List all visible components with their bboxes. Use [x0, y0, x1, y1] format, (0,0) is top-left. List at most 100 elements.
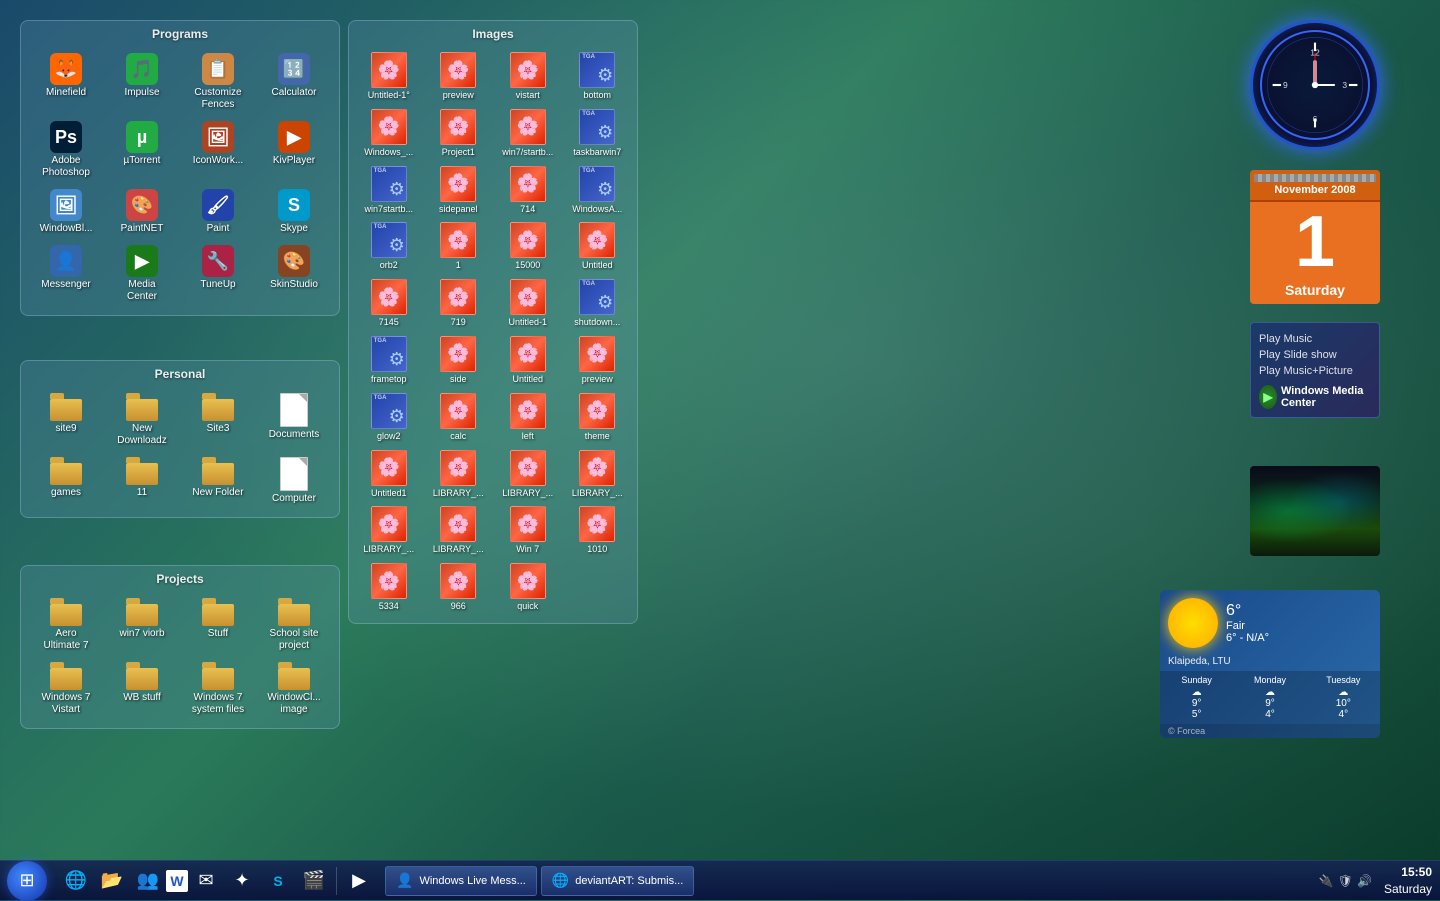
list-item[interactable]: 🌸theme [564, 390, 632, 445]
tray-volume-icon[interactable]: 🔊 [1357, 874, 1372, 888]
icon-img: 🌸 [440, 506, 476, 542]
list-item[interactable]: TGA⚙shutdown... [564, 276, 632, 331]
list-item[interactable]: µµTorrent [105, 117, 179, 183]
list-item[interactable]: Site3 [181, 389, 255, 451]
list-item[interactable]: 🌸966 [425, 560, 493, 615]
media-play-slideshow[interactable]: Play Slide show [1259, 347, 1371, 363]
start-button[interactable]: ⊞ [0, 861, 54, 901]
list-item[interactable]: 🖼IconWork... [181, 117, 255, 183]
list-item[interactable]: TGA⚙win7startb... [355, 163, 423, 218]
list-item[interactable]: 🌸LIBRARY_... [494, 447, 562, 502]
list-item[interactable]: 🎵Impulse [105, 49, 179, 115]
list-item[interactable]: 🌸5334 [355, 560, 423, 615]
list-item[interactable]: Stuff [181, 594, 255, 656]
list-item[interactable]: 🌸Untitled [564, 219, 632, 274]
list-item[interactable]: ▶Media Center [105, 241, 179, 307]
taskbar-media-icon[interactable]: 🎬 [296, 863, 332, 899]
icon-img: 🌸 [440, 166, 476, 202]
list-item[interactable]: 🔢Calculator [257, 49, 331, 115]
tray-network-icon[interactable]: 🔌 [1319, 874, 1334, 888]
forecast-day-name: Sunday [1160, 675, 1233, 685]
taskbar-explorer-icon[interactable]: 📂 [94, 863, 130, 899]
fence-programs: Programs 🦊Minefield🎵Impulse📋Customize Fe… [20, 20, 340, 316]
icon-label: theme [585, 431, 610, 442]
list-item[interactable]: Aero Ultimate 7 [29, 594, 103, 656]
list-item[interactable]: 🌸7145 [355, 276, 423, 331]
list-item[interactable]: 🌸719 [425, 276, 493, 331]
list-item[interactable]: TGA⚙WindowsA... [564, 163, 632, 218]
list-item[interactable]: ▶KivPlayer [257, 117, 331, 183]
list-item[interactable]: 🌸Windows_... [355, 106, 423, 161]
list-item[interactable]: 🌸Untitled-1° [355, 49, 423, 104]
list-item[interactable]: 🌸Untitled [494, 333, 562, 388]
list-item[interactable]: 🌸side [425, 333, 493, 388]
list-item[interactable]: 11 [105, 453, 179, 509]
list-item[interactable]: TGA⚙orb2 [355, 219, 423, 274]
list-item[interactable]: 🔧TuneUp [181, 241, 255, 307]
list-item[interactable]: 🌸LIBRARY_... [564, 447, 632, 502]
list-item[interactable]: TGA⚙bottom [564, 49, 632, 104]
list-item[interactable]: 🌸Project1 [425, 106, 493, 161]
list-item[interactable]: site9 [29, 389, 103, 451]
list-item[interactable]: Windows 7 system files [181, 658, 255, 720]
list-item[interactable]: 🌸win7/startb... [494, 106, 562, 161]
list-item[interactable]: 🦊Minefield [29, 49, 103, 115]
taskbar-skype-icon[interactable]: S [260, 863, 296, 899]
list-item[interactable]: 📋Customize Fences [181, 49, 255, 115]
tray-shield-icon[interactable]: 🛡 [1338, 874, 1353, 888]
taskbar-mail-icon[interactable]: ✉ [188, 863, 224, 899]
list-item[interactable]: 🌸calc [425, 390, 493, 445]
list-item[interactable]: Documents [257, 389, 331, 451]
list-item[interactable]: Windows 7 Vistart [29, 658, 103, 720]
list-item[interactable]: 🌸LIBRARY_... [425, 447, 493, 502]
media-play-music-picture[interactable]: Play Music+Picture [1259, 363, 1371, 379]
taskbar-btn-messenger[interactable]: 👤 Windows Live Mess... [385, 866, 537, 896]
taskbar-users-icon[interactable]: 👥 [130, 863, 166, 899]
taskbar-star-icon[interactable]: ✦ [224, 863, 260, 899]
taskbar-extra-icon[interactable]: ▶ [341, 863, 377, 899]
list-item[interactable]: New Downloadz [105, 389, 179, 451]
media-play-music[interactable]: Play Music [1259, 331, 1371, 347]
taskbar-btn-deviantart[interactable]: 🌐 deviantART: Submis... [541, 866, 694, 896]
list-item[interactable]: School site project [257, 594, 331, 656]
list-item[interactable]: 🖼WindowBl... [29, 185, 103, 239]
list-item[interactable]: games [29, 453, 103, 509]
icon-label: Messenger [41, 279, 90, 291]
list-item[interactable]: 🌸Untitled1 [355, 447, 423, 502]
list-item[interactable]: 🎨SkinStudio [257, 241, 331, 307]
list-item[interactable]: New Folder [181, 453, 255, 509]
list-item[interactable]: TGA⚙glow2 [355, 390, 423, 445]
list-item[interactable]: 🌸preview [564, 333, 632, 388]
list-item[interactable]: WindowCl... image [257, 658, 331, 720]
icon-img: 🎵 [126, 53, 158, 85]
fence-personal-title: Personal [21, 361, 339, 385]
list-item[interactable]: 🖌Paint [181, 185, 255, 239]
list-item[interactable]: 🌸vistart [494, 49, 562, 104]
list-item[interactable]: PsAdobe Photoshop [29, 117, 103, 183]
list-item[interactable]: WB stuff [105, 658, 179, 720]
list-item[interactable]: 🎨PaintNET [105, 185, 179, 239]
list-item[interactable]: 🌸15000 [494, 219, 562, 274]
list-item[interactable]: 🌸714 [494, 163, 562, 218]
list-item[interactable]: 🌸left [494, 390, 562, 445]
taskbar-ie-icon[interactable]: 🌐 [58, 863, 94, 899]
list-item[interactable]: Computer [257, 453, 331, 509]
list-item[interactable]: 🌸Win 7 [494, 503, 562, 558]
list-item[interactable]: 👤Messenger [29, 241, 103, 307]
list-item[interactable]: 🌸1 [425, 219, 493, 274]
list-item[interactable]: win7 viorb [105, 594, 179, 656]
list-item[interactable]: 🌸1010 [564, 503, 632, 558]
list-item[interactable]: 🌸sidepanel [425, 163, 493, 218]
list-item[interactable]: 🌸quick [494, 560, 562, 615]
list-item[interactable]: 🌸LIBRARY_... [355, 503, 423, 558]
list-item[interactable]: SSkype [257, 185, 331, 239]
icon-img: 🌸 [579, 506, 615, 542]
taskbar-word-icon[interactable]: W [166, 870, 188, 892]
list-item[interactable]: 🌸Untitled-1 [494, 276, 562, 331]
list-item[interactable]: 🌸LIBRARY_... [425, 503, 493, 558]
list-item[interactable]: TGA⚙taskbarwin7 [564, 106, 632, 161]
icon-img: 🌸 [579, 222, 615, 258]
list-item[interactable]: 🌸preview [425, 49, 493, 104]
icon-label: win7startb... [364, 204, 413, 215]
list-item[interactable]: TGA⚙frametop [355, 333, 423, 388]
